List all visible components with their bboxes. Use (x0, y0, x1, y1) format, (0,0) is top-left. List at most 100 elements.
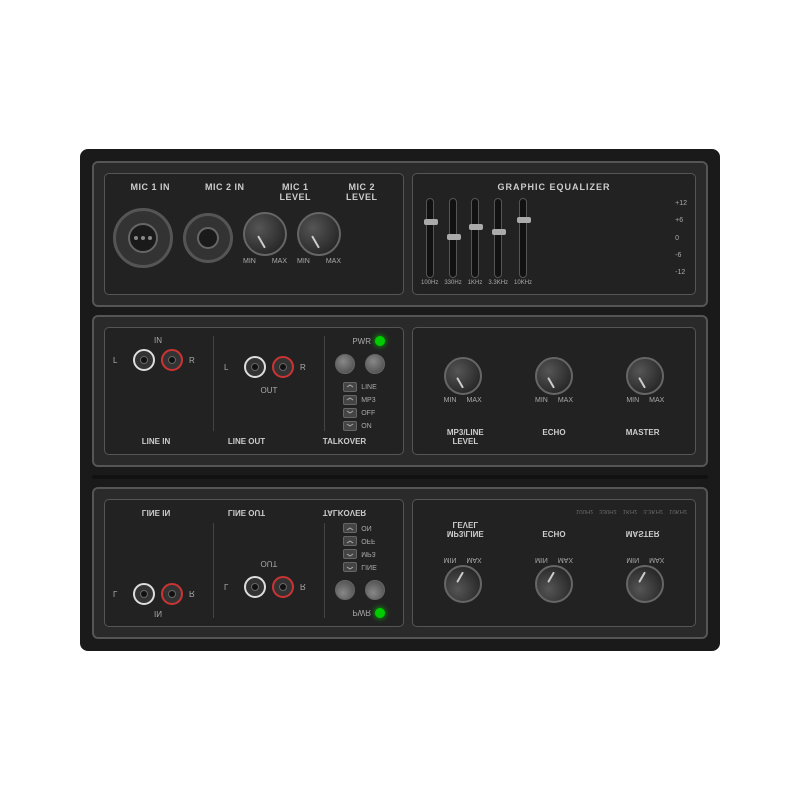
trs-connector (183, 213, 233, 263)
off-switch-icon[interactable] (343, 408, 357, 418)
reflected-switch-on: ON (343, 523, 377, 533)
rca-l-in: L (113, 356, 127, 365)
slider-handle-10khz[interactable] (517, 217, 531, 223)
mp3-max-label: MAX (466, 397, 481, 404)
mic2-level-knob[interactable] (297, 212, 341, 256)
slider-track-100hz[interactable] (426, 198, 434, 278)
in-label: IN (113, 336, 203, 345)
master-min-label: MIN (626, 397, 639, 404)
slider-handle-330hz[interactable] (447, 234, 461, 240)
controls-knobs: MIN MAX MIN MAX MIN (421, 336, 687, 424)
slider-handle-100hz[interactable] (424, 219, 438, 225)
mic2-in-label: MIC 2 IN (205, 182, 245, 192)
reflected-rca-in-white (133, 583, 155, 605)
rca-in-red-inner (168, 356, 176, 364)
master-min-max: MIN MAX (626, 397, 664, 404)
switch-row-on: ON (343, 421, 377, 431)
echo-min-max: MIN MAX (535, 397, 573, 404)
rca-l-out: L (224, 363, 238, 372)
eq-scale-minus6: -6 (675, 252, 687, 259)
on-switch-label: ON (361, 423, 372, 430)
reflected-controls-labels: MP3/LINELEVEL ECHO MASTER (421, 520, 687, 538)
reflected-master-min-max: MIN MAX (626, 557, 664, 564)
mic1-min-max: MIN MAX (243, 258, 287, 265)
mic2-max-label: MAX (326, 258, 341, 265)
reflected-rca-l-out: L (224, 583, 238, 592)
switch-group: LINE MP3 OFF (343, 382, 377, 431)
reflected-talkover-button-2 (365, 580, 385, 600)
mic2-knob-group: MIN MAX (297, 212, 341, 265)
eq-slider-10khz: 10KHz (514, 198, 532, 286)
reflected-controls-section: MIN MAX MIN MAX MIN MAX (412, 499, 696, 627)
echo-max-label: MAX (558, 397, 573, 404)
reflected-mp3-max: MAX (466, 557, 481, 564)
eq-sliders: 100Hz 330Hz 1KHz (421, 198, 671, 286)
mp3-switch-icon[interactable] (343, 395, 357, 405)
echo-label: ECHO (529, 428, 579, 446)
reflected-switch-line: LINE (343, 562, 377, 572)
switch-row-mp3: MP3 (343, 395, 377, 405)
eq-slider-33khz: 3.3KHz (488, 198, 508, 286)
mic2-min-max: MIN MAX (297, 258, 341, 265)
mic1-label-group: MIC 1 IN (130, 182, 170, 202)
reflected-talkover: PWR LINE (335, 523, 385, 618)
eq-scale: +12 +6 0 -6 -12 (675, 198, 687, 278)
reflected-mp3-label: MP3 (361, 551, 375, 558)
mp3-switch-label: MP3 (361, 397, 375, 404)
mp3-min-label: MIN (444, 397, 457, 404)
slider-track-1khz[interactable] (471, 198, 479, 278)
reflected-rca-r-out: R (300, 583, 314, 592)
reflected-switch-off: OFF (343, 536, 377, 546)
reflected-rca-out-row: L R (224, 576, 314, 598)
echo-knob[interactable] (535, 357, 573, 395)
mic1-level-label-group: MIC 1LEVEL (279, 182, 311, 202)
eq-slider-100hz: 100Hz (421, 198, 438, 286)
slider-track-33khz[interactable] (494, 198, 502, 278)
eq-scale-0: 0 (675, 235, 687, 242)
eq-scale-plus12: +12 (675, 200, 687, 207)
eq-scale-minus12: -12 (675, 269, 687, 276)
talkover-button-1[interactable] (335, 354, 355, 374)
top-panel: MIC 1 IN MIC 2 IN MIC 1LEVEL MIC 2LEVEL (92, 161, 708, 307)
xlr-pins (134, 236, 152, 240)
switch-row-line: LINE (343, 382, 377, 392)
mic2-min-label: MIN (297, 258, 310, 265)
reflected-rca-out-white (244, 576, 266, 598)
line-out-bottom-label: LINE OUT (228, 437, 265, 446)
off-switch-label: OFF (361, 410, 375, 417)
xlr-pin (134, 236, 138, 240)
mp3-line-level-knob[interactable] (444, 357, 482, 395)
reflected-line-in-label: LINE IN (142, 508, 170, 517)
reflected-rca-r-in: R (189, 590, 203, 599)
master-group: MIN MAX (626, 357, 664, 404)
slider-handle-1khz[interactable] (469, 224, 483, 230)
xlr-pin (148, 236, 152, 240)
master-label: MASTER (618, 428, 668, 446)
mic2-label-group: MIC 2 IN (205, 182, 245, 202)
line-switch-icon[interactable] (343, 382, 357, 392)
on-switch-icon[interactable] (343, 421, 357, 431)
mic1-max-label: MAX (272, 258, 287, 265)
master-max-label: MAX (649, 397, 664, 404)
rca-r-in: R (189, 356, 203, 365)
pwr-label: PWR (352, 337, 371, 346)
reflected-master-group: MIN MAX (626, 557, 664, 604)
talkover-bottom-label: TALKOVER (323, 437, 366, 446)
out-label: OUT (224, 386, 314, 395)
talkover-button-2[interactable] (365, 354, 385, 374)
slider-track-10khz[interactable] (519, 198, 527, 278)
reflected-pwr-label: PWR (352, 609, 371, 618)
rca-in-white (133, 349, 155, 371)
eq-section: GRAPHIC EQUALIZER 100Hz (412, 173, 696, 295)
mic1-level-knob[interactable] (243, 212, 287, 256)
mid-panel: IN L R L (92, 315, 708, 467)
eq-scale-plus6: +6 (675, 217, 687, 224)
mp3-min-max: MIN MAX (444, 397, 482, 404)
reflected-out-label: OUT (224, 559, 314, 568)
slider-track-330hz[interactable] (449, 198, 457, 278)
master-knob[interactable] (626, 357, 664, 395)
reflected-rca-in-row: L R (113, 583, 203, 605)
slider-handle-33khz[interactable] (492, 229, 506, 235)
echo-min-label: MIN (535, 397, 548, 404)
reflected-line-section: IN L R L (104, 499, 404, 627)
